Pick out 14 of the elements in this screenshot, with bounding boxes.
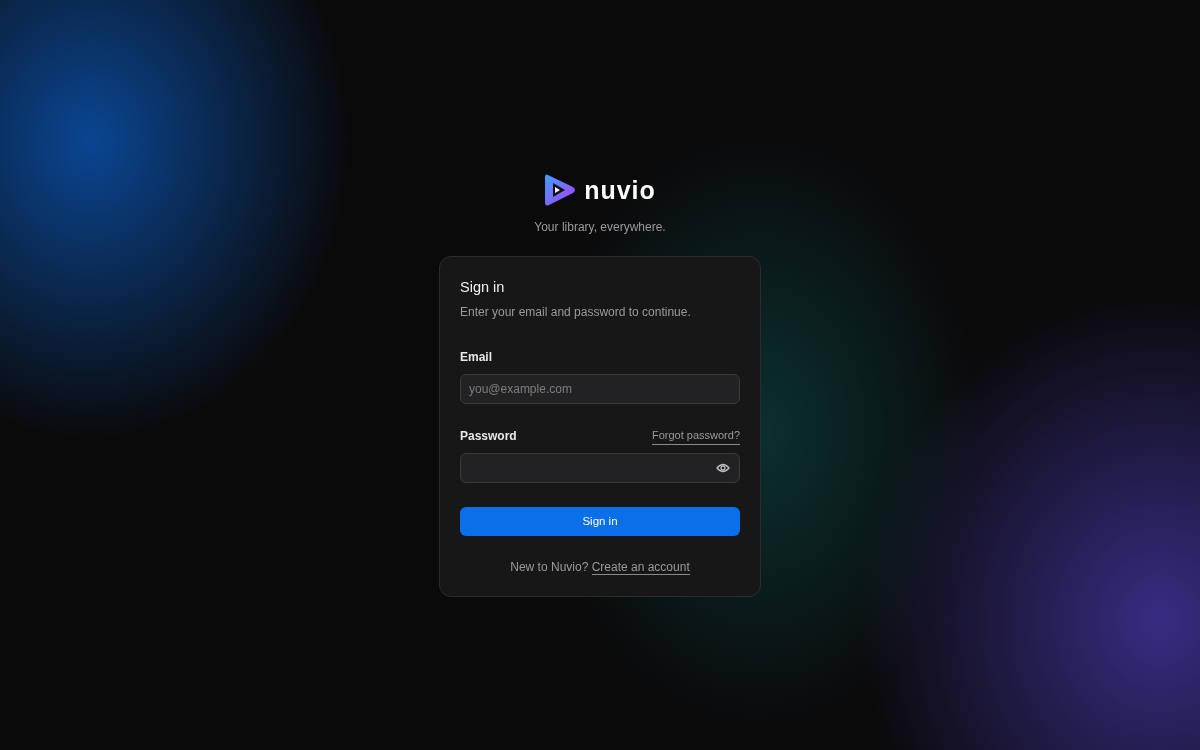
email-field[interactable]: you@example.com (460, 373, 740, 404)
tagline: Your library, everywhere. (534, 219, 666, 236)
card-title: Sign in (460, 278, 506, 297)
forgot-password-link[interactable]: Forgot password? (651, 427, 740, 445)
password-field[interactable] (460, 452, 740, 483)
eye-icon[interactable] (716, 462, 730, 473)
field-label: Password (460, 427, 517, 445)
create-account-link[interactable]: Create an account (591, 559, 690, 575)
play-logo-icon (544, 172, 577, 208)
sign-in-button[interactable]: Sign in (460, 506, 740, 536)
signup-prompt: New to Nuvio? Create an account (509, 558, 691, 576)
field-label: Email (460, 348, 492, 366)
brand-name: nuvio (584, 177, 656, 203)
card-subtitle: Enter your email and password to continue. (460, 303, 692, 321)
